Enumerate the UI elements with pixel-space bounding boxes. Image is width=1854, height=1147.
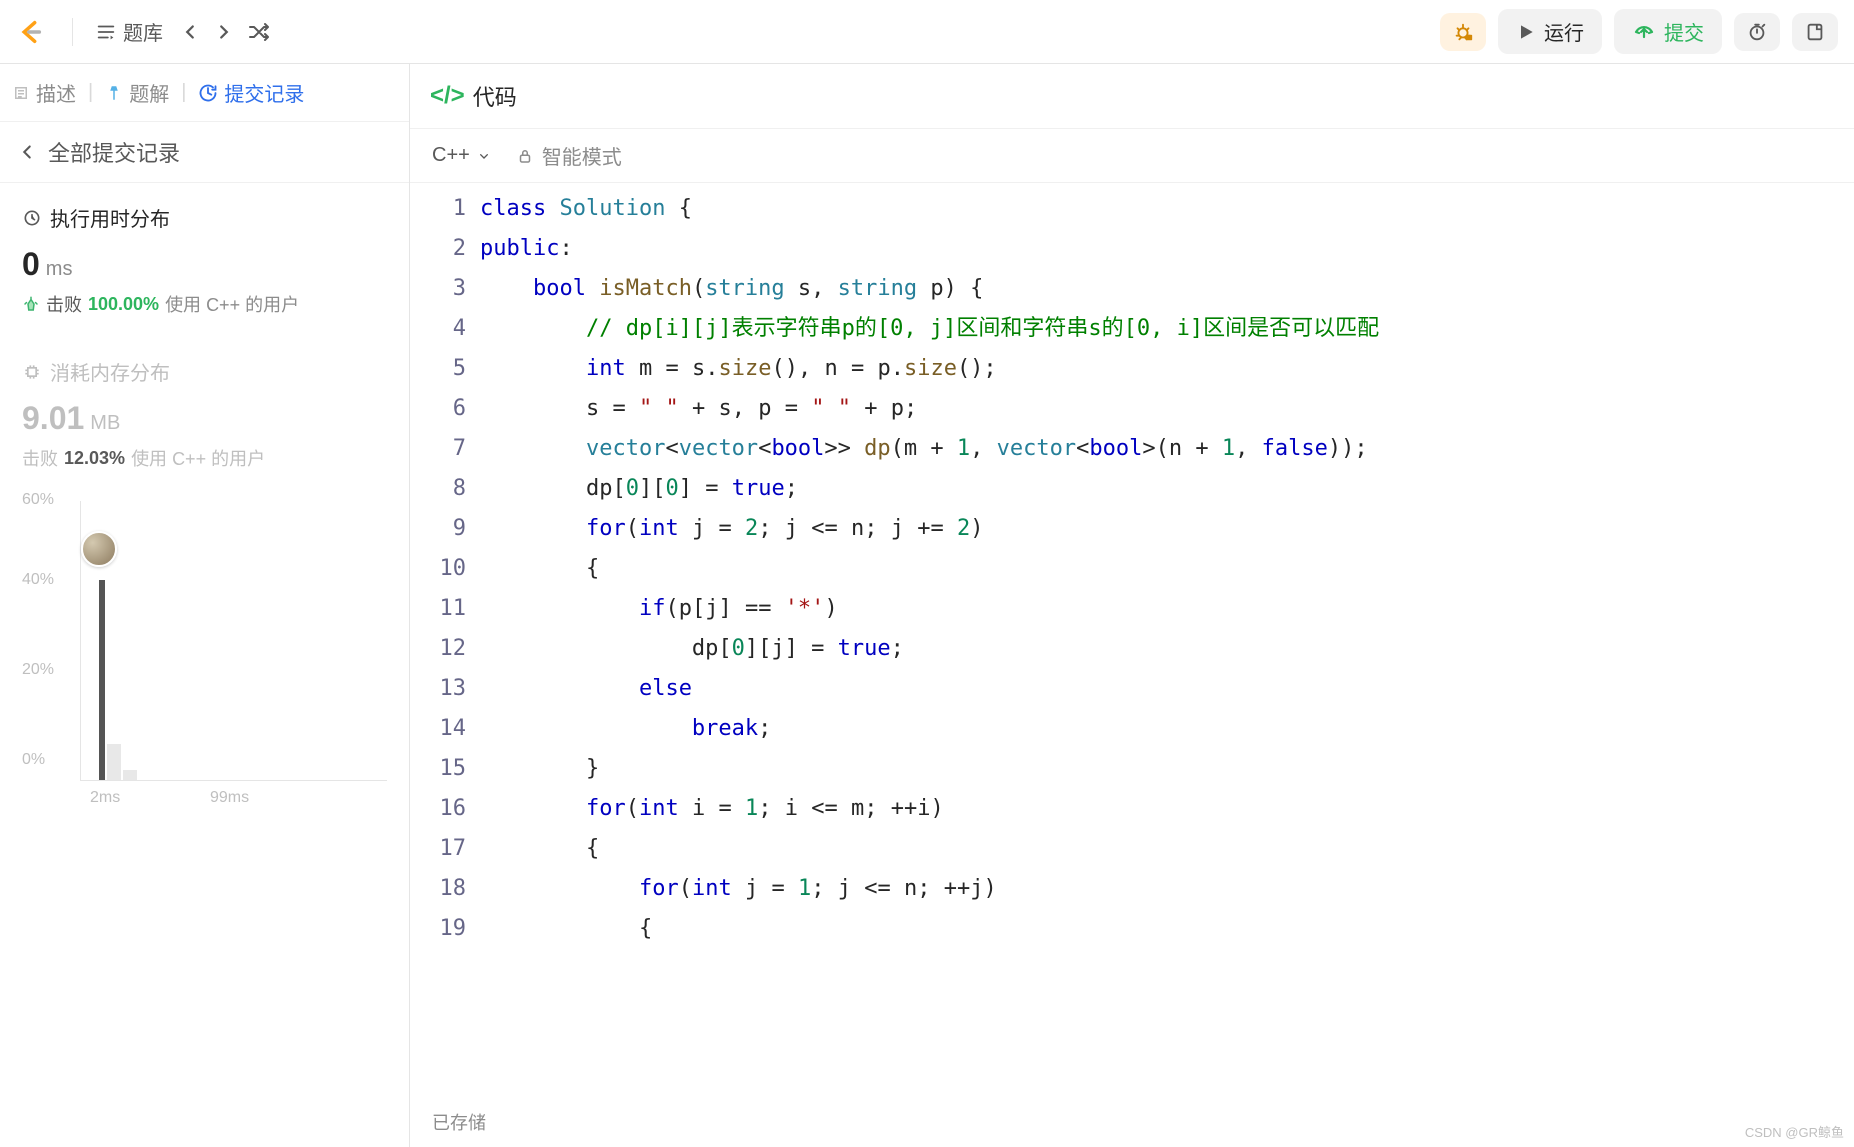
chip-icon (22, 362, 42, 382)
leetcode-logo-icon[interactable] (16, 18, 44, 46)
language-select[interactable]: C++ (432, 144, 492, 167)
divider (72, 18, 73, 46)
problem-list-button[interactable]: 题库 (85, 11, 173, 52)
timer-button[interactable] (1734, 13, 1780, 51)
avatar[interactable] (81, 531, 117, 567)
back-to-submissions[interactable]: 全部提交记录 (0, 122, 409, 183)
watermark: CSDN @GR鲸鱼 (1745, 1122, 1844, 1141)
code-tag-icon: </> (430, 82, 465, 110)
submit-button[interactable]: 提交 (1614, 9, 1722, 54)
prev-problem-button[interactable] (173, 15, 207, 49)
clap-icon (22, 295, 40, 313)
left-panel: 描述 | 题解 | 提交记录 全部提交记录 执行用时分布 0 (0, 64, 410, 1147)
save-status: 已存储 (410, 1097, 1854, 1147)
memory-block: 消耗内存分布 9.01 MB 击败 12.03% 使用 C++ 的用户 (0, 337, 409, 491)
runtime-title: 执行用时分布 (50, 203, 170, 232)
tab-solutions[interactable]: 题解 (105, 78, 169, 107)
chevron-down-icon (476, 148, 492, 164)
chart-bar (123, 770, 137, 780)
runtime-chart: 60% 40% 20% 0% 2ms 99ms (0, 491, 409, 811)
notes-button[interactable] (1792, 13, 1838, 51)
tab-row: 描述 | 题解 | 提交记录 (0, 64, 409, 122)
next-problem-button[interactable] (207, 15, 241, 49)
memory-beat-pct: 12.03% (64, 448, 125, 469)
chart-bar-current (99, 580, 105, 780)
runtime-beat-pct: 100.00% (88, 294, 159, 315)
shuffle-button[interactable] (241, 14, 277, 50)
code-editor[interactable]: 12345678910111213141516171819 class Solu… (410, 183, 1854, 1097)
run-button[interactable]: 运行 (1498, 9, 1602, 54)
lock-icon (516, 147, 534, 165)
memory-title: 消耗内存分布 (50, 357, 170, 386)
runtime-value: 0 (22, 246, 40, 283)
clock-icon (22, 208, 42, 228)
memory-value: 9.01 (22, 400, 84, 437)
problem-list-label: 题库 (123, 17, 163, 46)
code-panel: </> 代码 C++ 智能模式 123456789101112131415161… (410, 64, 1854, 1147)
chart-bar (107, 744, 121, 780)
submit-label: 提交 (1664, 17, 1704, 46)
runtime-block: 执行用时分布 0 ms 击败 100.00% 使用 C++ 的用户 (0, 183, 409, 337)
topbar: 题库 运行 提交 (0, 0, 1854, 64)
line-gutter: 12345678910111213141516171819 (410, 183, 480, 1097)
tab-submissions[interactable]: 提交记录 (198, 78, 304, 107)
run-label: 运行 (1544, 17, 1584, 46)
tab-description[interactable]: 描述 (12, 78, 76, 107)
memory-unit: MB (90, 412, 120, 435)
smart-mode[interactable]: 智能模式 (516, 141, 622, 170)
debug-button[interactable] (1440, 13, 1486, 51)
code-title: 代码 (473, 80, 517, 112)
code-content[interactable]: class Solution {public: bool isMatch(str… (480, 183, 1854, 1097)
runtime-unit: ms (46, 258, 73, 281)
